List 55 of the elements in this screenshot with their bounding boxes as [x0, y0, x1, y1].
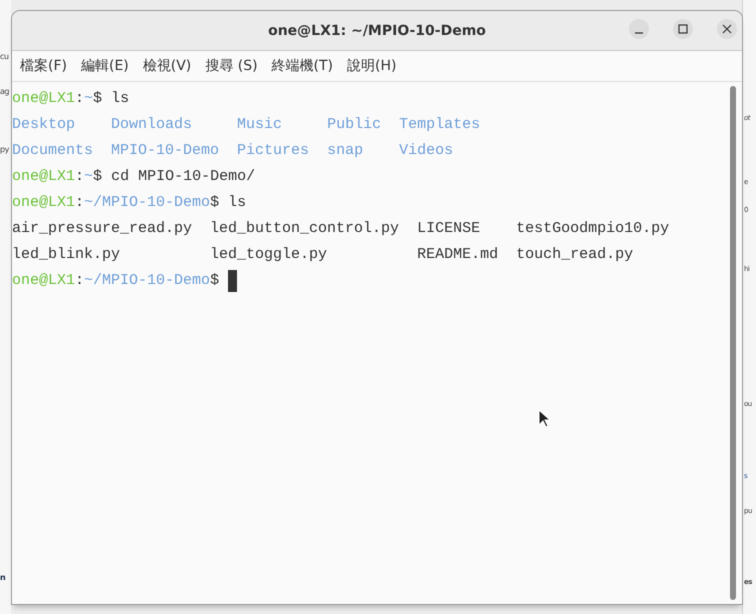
directory-name: Videos [399, 141, 454, 161]
background-text: cu [0, 51, 10, 63]
scrollbar[interactable] [730, 86, 736, 600]
directory-name: Desktop [12, 115, 76, 135]
directory-name: Downloads [111, 115, 194, 135]
menu-item[interactable]: 檔案(F) [13, 52, 74, 80]
close-button[interactable] [717, 19, 737, 39]
prompt-symbol: $ [93, 167, 102, 187]
background-text: n [0, 572, 6, 584]
prompt-separator: : [75, 271, 84, 291]
prompt-path: ~/MPIO-10-Demo [84, 193, 210, 213]
prompt-separator: : [75, 89, 84, 109]
directory-name: Music [237, 115, 284, 135]
prompt-user: one@LX1 [12, 193, 76, 213]
menu-item[interactable]: 終端機(T) [264, 52, 340, 80]
file-name: testGoodmpio10.py [516, 219, 670, 239]
close-icon [722, 24, 732, 34]
file-name: LICENSE [417, 219, 482, 239]
prompt-user: one@LX1 [12, 167, 76, 187]
directory-name: Public [327, 115, 382, 135]
directory-name: Pictures [237, 141, 310, 161]
menu-item[interactable]: 編輯(E) [74, 52, 136, 80]
background-text: ag [0, 86, 10, 98]
file-name: README.md [417, 245, 498, 265]
command-text: ls [110, 89, 130, 109]
prompt-separator: : [75, 193, 84, 213]
menu-item[interactable]: 說明(H) [340, 52, 404, 80]
menu-item[interactable]: 搜尋 (S) [198, 52, 265, 80]
background-text: py [0, 144, 10, 156]
directory-name: Documents [12, 141, 94, 161]
prompt-path: ~/MPIO-10-Demo [84, 271, 210, 291]
menu-item[interactable]: 檢視(V) [136, 52, 198, 80]
directory-name: snap [327, 141, 364, 161]
maximize-button[interactable] [673, 19, 693, 39]
window-title: one@LX1: ~/MPIO-10-Demo [268, 22, 486, 38]
prompt-path: ~ [84, 89, 94, 109]
prompt-user: one@LX1 [12, 271, 76, 291]
file-name: touch_read.py [516, 245, 634, 265]
file-name: led_blink.py [12, 245, 122, 265]
directory-name: MPIO-10-Demo [111, 141, 220, 161]
prompt-separator: : [75, 167, 84, 187]
file-name: air_pressure_read.py [12, 219, 192, 239]
command-text: cd MPIO-10-Demo/ [110, 167, 256, 187]
prompt-symbol: $ [93, 89, 102, 109]
prompt-symbol: $ [210, 271, 220, 291]
file-name: led_toggle.py [210, 245, 328, 265]
minimize-icon [634, 32, 644, 34]
file-name: led_button_control.py [210, 219, 400, 239]
maximize-icon [678, 24, 688, 34]
command-text: ls [227, 193, 246, 213]
prompt-user: one@LX1 [12, 89, 76, 109]
mouse-pointer-icon [538, 409, 550, 428]
prompt-path: ~ [84, 167, 94, 187]
prompt-symbol: $ [210, 193, 220, 213]
directory-name: Templates [399, 115, 480, 135]
